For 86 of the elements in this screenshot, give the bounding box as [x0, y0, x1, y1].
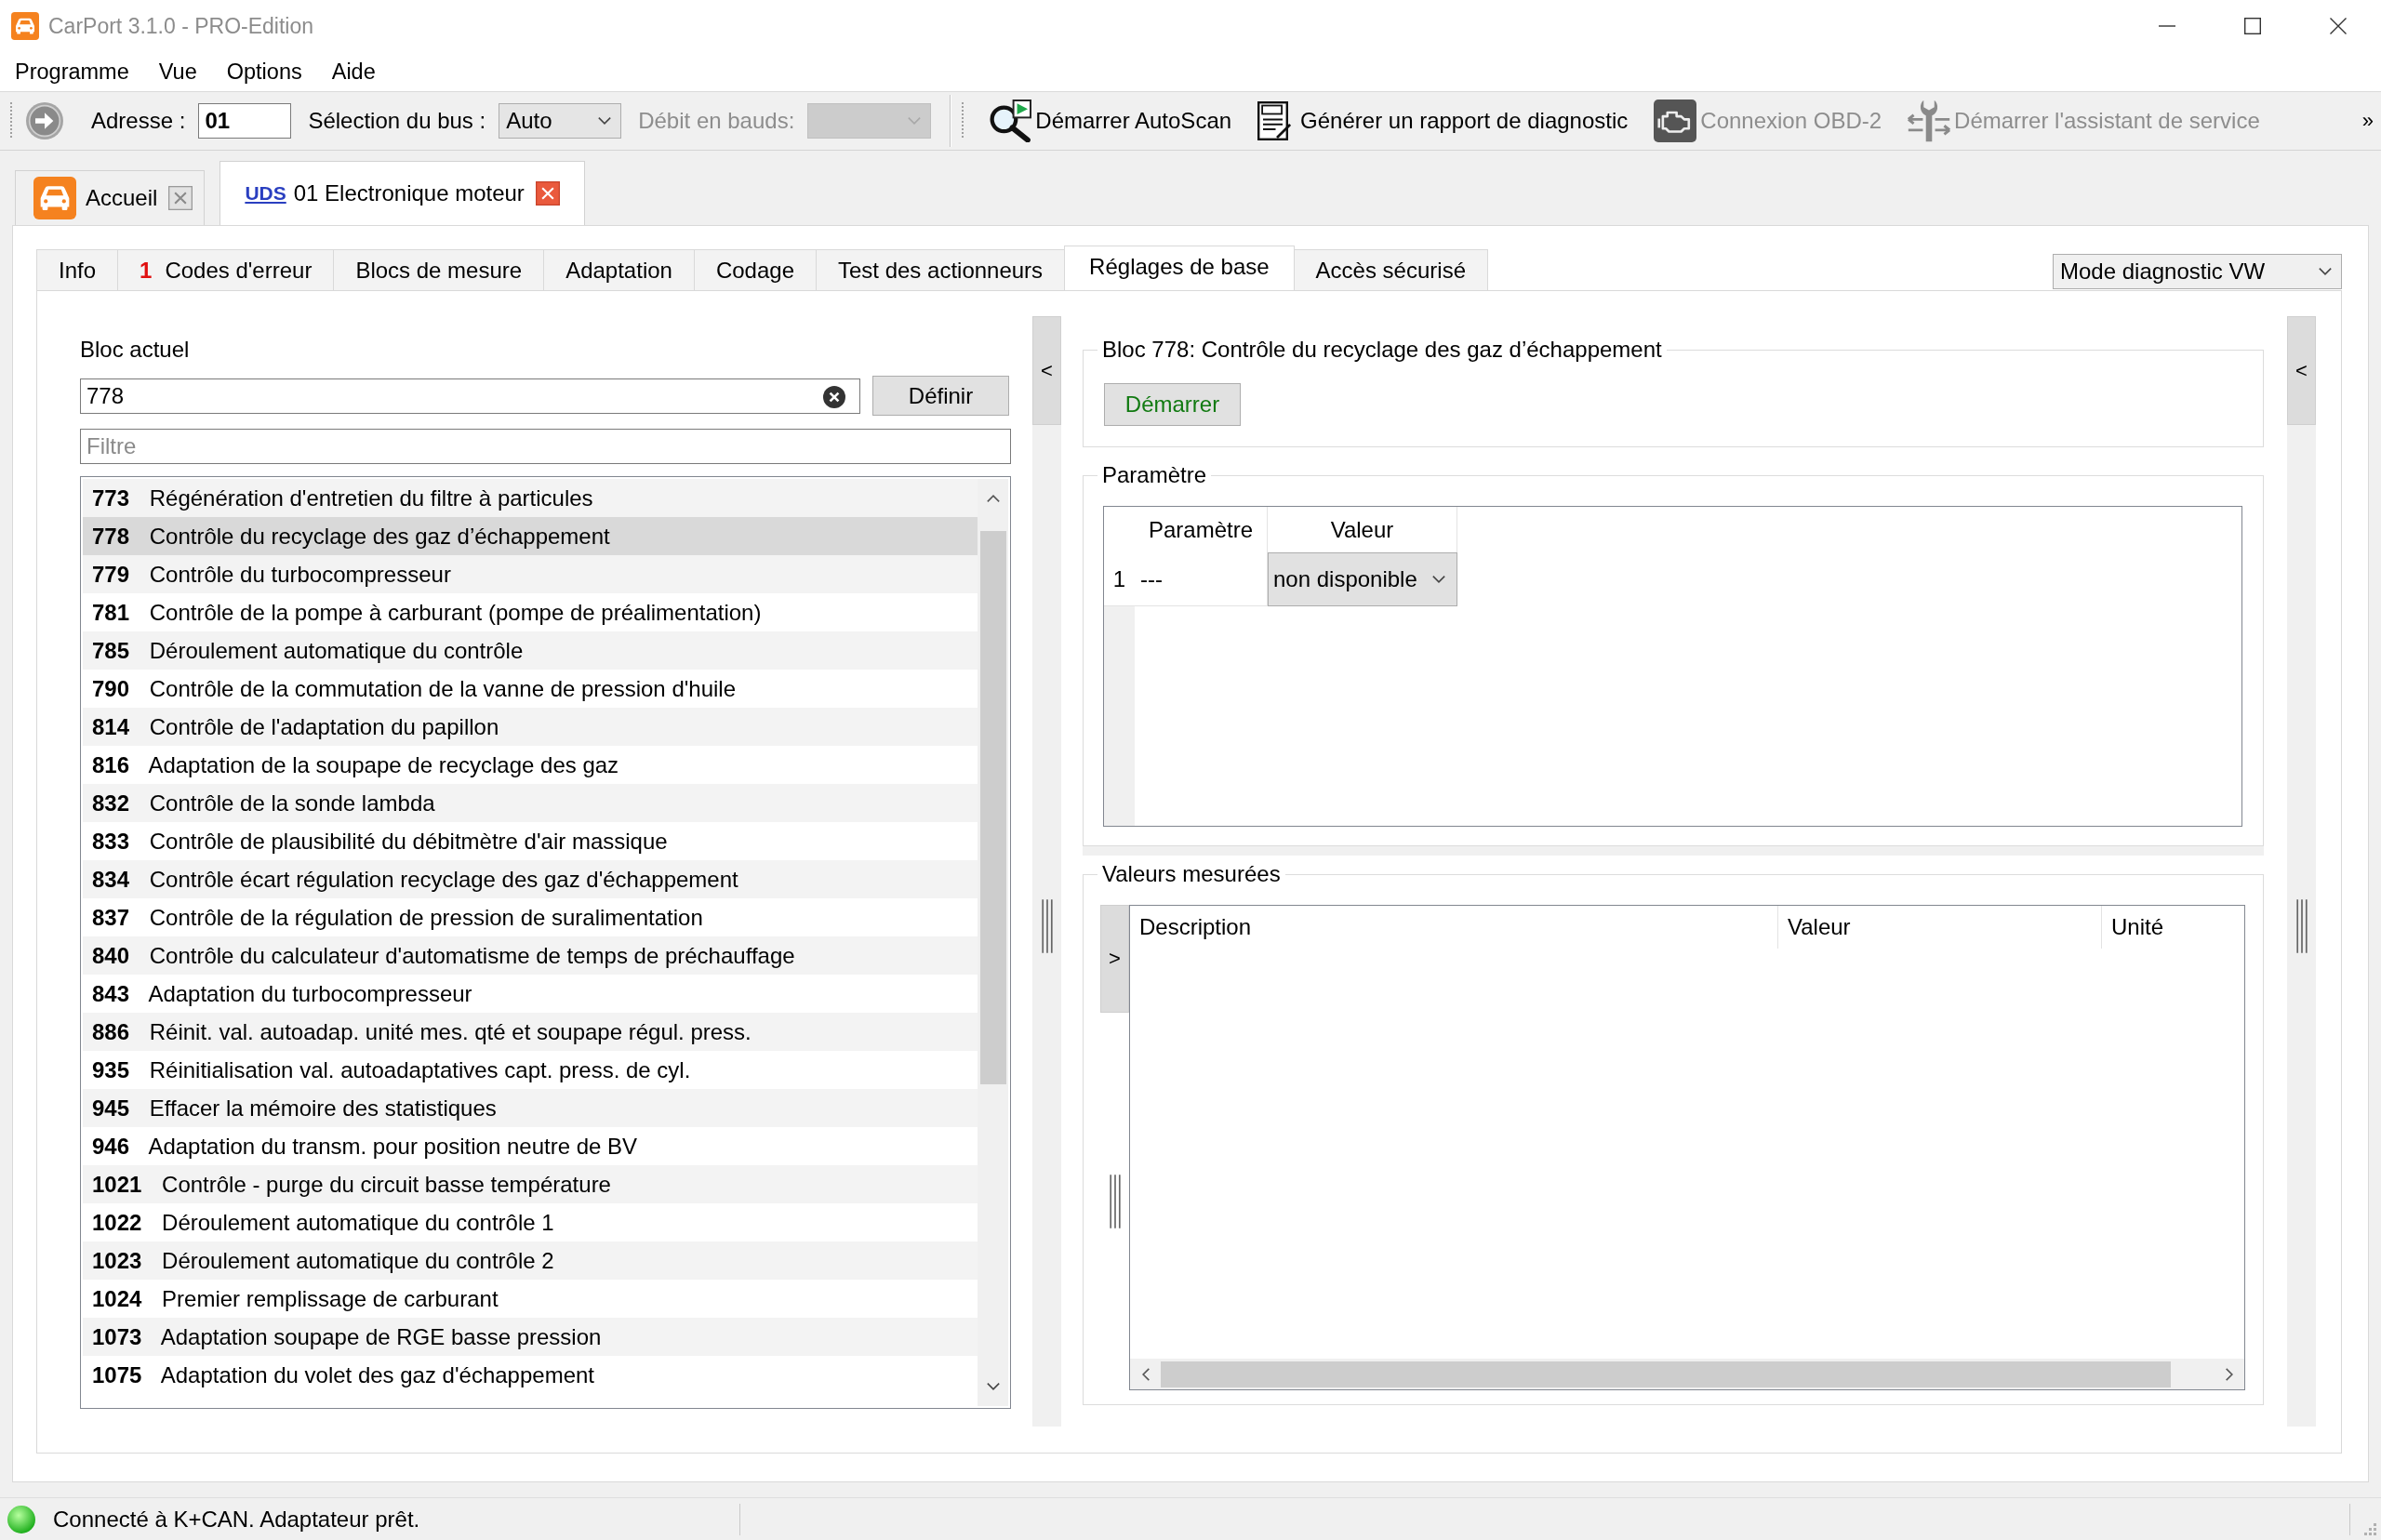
scroll-up-icon[interactable] [986, 495, 1000, 502]
column-header: Unité [2110, 913, 2165, 941]
car-icon [33, 177, 76, 219]
splitter[interactable]: < [1032, 316, 1061, 1427]
block-field[interactable]: 778 [80, 378, 860, 414]
field-label: Bloc actuel [80, 336, 191, 364]
column-header: Paramètre [1135, 507, 1268, 552]
document-tab[interactable]: UDS 01 Electronique moteur [219, 161, 585, 225]
address-field[interactable]: 01 [198, 103, 292, 139]
scrollbar-thumb[interactable] [979, 531, 1006, 1084]
wrench-icon [1908, 100, 1951, 142]
scroll-down-icon[interactable] [986, 1383, 1000, 1390]
magnifier-icon [989, 100, 1032, 142]
autoscan-button[interactable]: Démarrer AutoScan [987, 97, 1234, 145]
collapse-button[interactable]: < [1032, 316, 1061, 425]
tab[interactable]: Codage [693, 249, 817, 290]
clear-icon[interactable] [823, 385, 845, 408]
list-item[interactable]: 1023 Déroulement automatique du contrôle 2 [83, 1241, 978, 1280]
tab[interactable]: Blocs de mesure [333, 249, 545, 290]
engine-icon [1654, 100, 1697, 142]
collapse-button[interactable]: < [2287, 316, 2316, 425]
value-dropdown[interactable]: non disponible [1268, 552, 1457, 606]
list-item[interactable]: 840 Contrôle du calculateur d'automatisme de temps de préchauffage [83, 936, 978, 975]
column-header: Valeur [1778, 906, 2102, 949]
grip-icon [961, 102, 965, 139]
filter-field[interactable]: Filtre [80, 429, 1011, 464]
overflow-button[interactable]: » [2361, 109, 2374, 133]
report-button[interactable]: Générer un rapport de diagnostic [1256, 97, 1630, 145]
baud-rate-label: Débit en bauds: [638, 108, 795, 134]
list-item[interactable]: 785 Déroulement automatique du contrôle [83, 631, 978, 670]
list-item[interactable]: 779 Contrôle du turbocompresseur [83, 555, 978, 593]
set-button[interactable]: Définir [872, 376, 1009, 416]
caret-icon [1432, 576, 1445, 583]
group-title: Bloc 778: Contrôle du recyclage des gaz d’échappement [1101, 336, 1663, 364]
list-item[interactable]: 773 Régénération d'entretien du filtre à particules [83, 479, 978, 517]
column-header: Description [1130, 906, 1778, 949]
caret-icon [908, 117, 922, 125]
menu-item[interactable]: Vue [143, 53, 212, 90]
document-icon [1257, 101, 1292, 140]
scroll-right-icon[interactable] [2225, 1367, 2233, 1381]
expand-button[interactable]: > [1100, 905, 1129, 1013]
address-label: Adresse : [91, 108, 186, 134]
grip-icon [9, 102, 13, 139]
close-icon[interactable] [168, 186, 193, 210]
tab[interactable]: Accès sécurisé [1293, 249, 1488, 290]
tab[interactable]: Info [36, 249, 119, 290]
caret-icon [598, 117, 612, 125]
scrollbar-thumb[interactable] [1161, 1361, 2171, 1387]
close-icon[interactable] [535, 181, 560, 206]
close-icon [2330, 18, 2347, 34]
window-title: CarPort 3.1.0 - PRO-Edition [48, 13, 314, 39]
bus-label: Sélection du bus : [308, 108, 486, 134]
tab[interactable]: Test des actionneurs [816, 249, 1066, 290]
list-item[interactable]: 1073 Adaptation soupape de RGE basse pression [83, 1318, 978, 1356]
list-item[interactable]: 834 Contrôle écart régulation recyclage des gaz d'échappement [83, 860, 978, 898]
tab[interactable]: Adaptation [543, 249, 695, 290]
scroll-left-icon[interactable] [1141, 1367, 1150, 1381]
list-item[interactable]: 814 Contrôle de l'adaptation du papillon [83, 708, 978, 746]
resize-grip-icon[interactable] [2363, 1522, 2377, 1536]
caret-icon [2319, 268, 2332, 275]
list-item[interactable]: 1021 Contrôle - purge du circuit basse température [83, 1165, 978, 1203]
list-item[interactable]: 778 Contrôle du recyclage des gaz d’échappement [83, 517, 978, 555]
maximize-icon [2244, 18, 2261, 34]
document-tab[interactable]: Accueil [15, 170, 206, 225]
bus-dropdown[interactable]: Auto [499, 103, 622, 139]
menu-item[interactable]: Programme [0, 53, 144, 90]
grip-icon[interactable] [1041, 898, 1053, 953]
grip-icon[interactable] [1109, 1175, 1121, 1228]
tab[interactable]: 1 Codes d'erreur [117, 249, 335, 290]
car-icon [11, 12, 39, 40]
start-button[interactable]: Démarrer [1104, 383, 1241, 426]
menu-item[interactable]: Aide [316, 53, 391, 90]
group-title: Valeurs mesurées [1101, 860, 1282, 888]
minimize-icon [2159, 25, 2175, 27]
horizontal-scrollbar[interactable] [1130, 1359, 2244, 1389]
list-item[interactable]: 832 Contrôle de la sonde lambda [83, 784, 978, 822]
list-item[interactable]: 886 Réinit. val. autoadap. unité mes. qté et soupape régul. press. [83, 1013, 978, 1051]
vertical-scrollbar[interactable] [978, 479, 1008, 1406]
group-title: Paramètre [1101, 461, 1208, 489]
mode-dropdown[interactable]: Mode diagnostic VW [2053, 254, 2342, 289]
splitter[interactable]: < [2287, 316, 2316, 1427]
arrow-icon[interactable] [26, 102, 63, 139]
menu-item[interactable]: Options [211, 53, 317, 90]
grip-icon[interactable] [2295, 898, 2308, 953]
status-text: Connecté à K+CAN. Adaptateur prêt. [53, 1506, 420, 1532]
list-item[interactable]: 945 Effacer la mémoire des statistiques [83, 1089, 978, 1127]
